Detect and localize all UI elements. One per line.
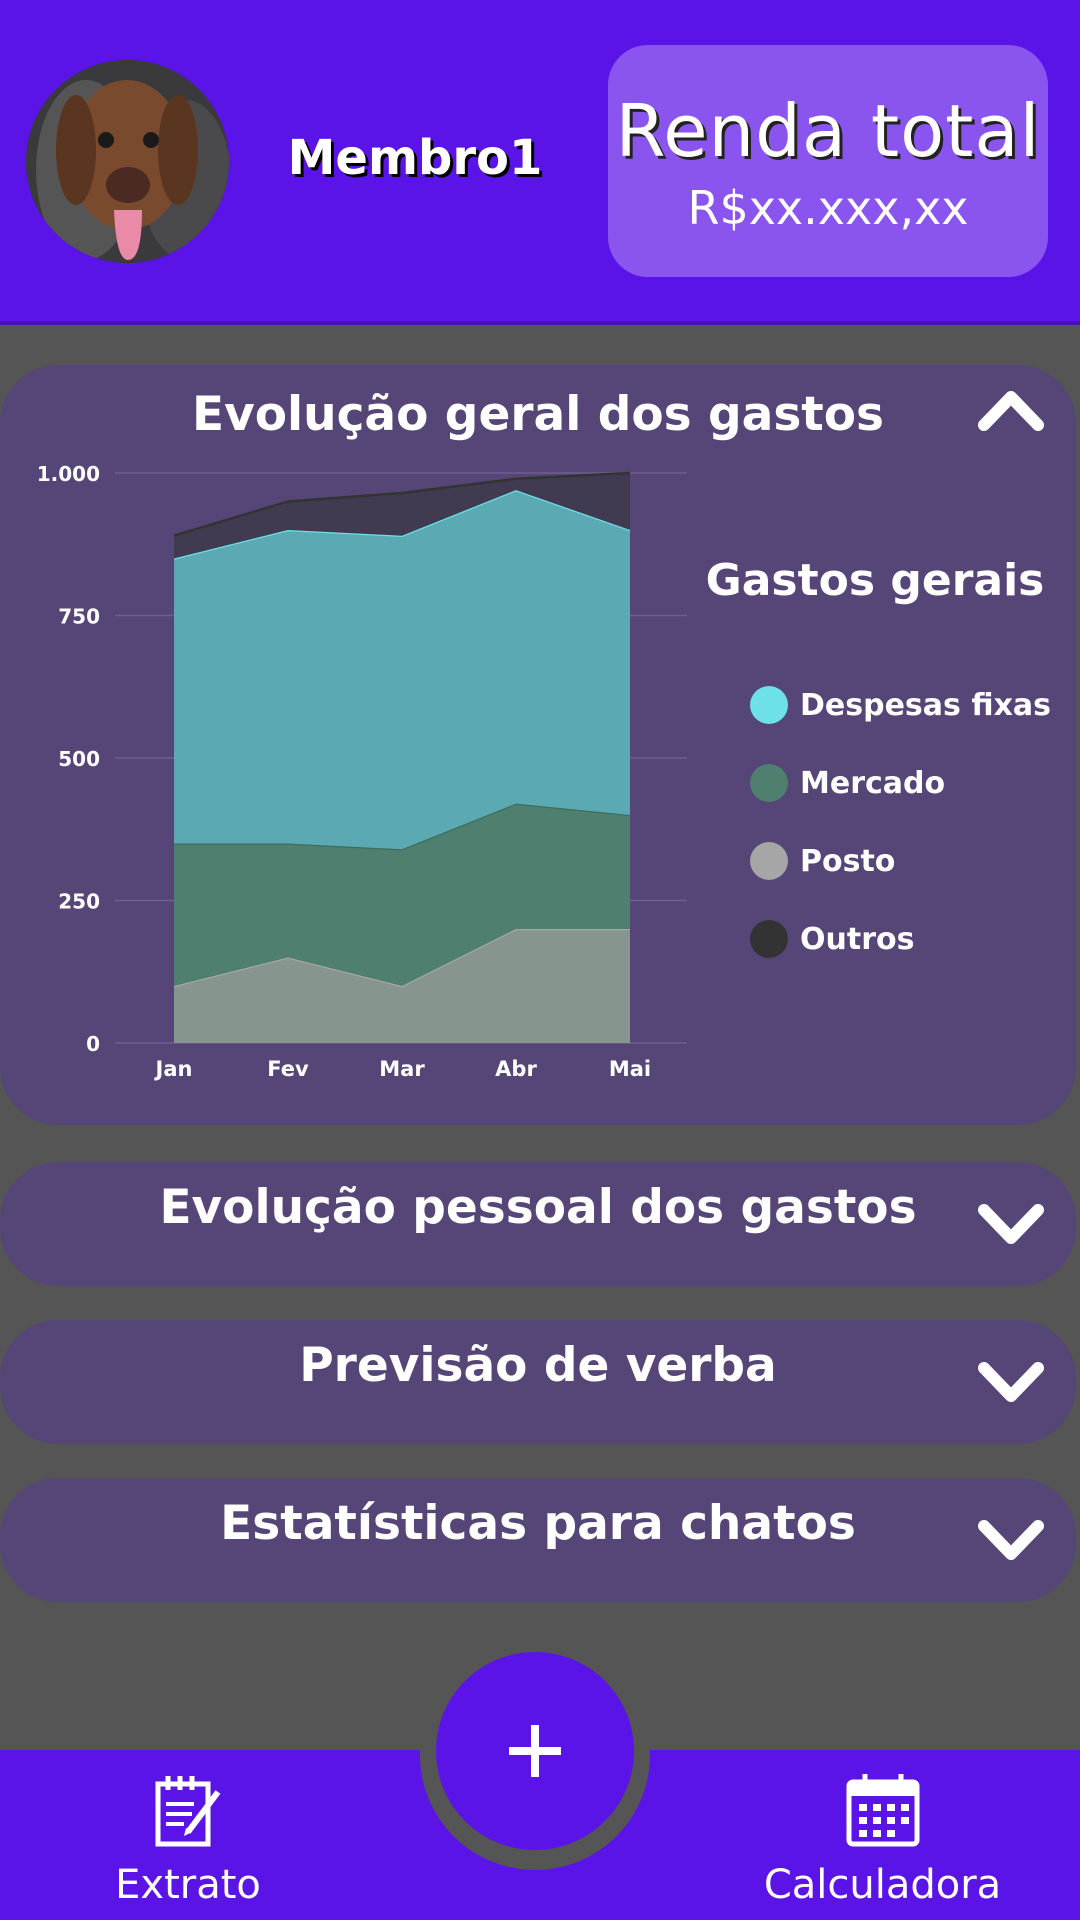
calendar-icon xyxy=(846,1774,919,1847)
nav-calculadora[interactable]: Calculadora xyxy=(760,1770,1005,1908)
dog-photo xyxy=(26,60,229,263)
area-despesas-fixas xyxy=(174,490,630,850)
avatar[interactable] xyxy=(26,60,229,263)
section-title[interactable]: Evolução pessoal dos gastos xyxy=(0,1180,1076,1235)
area-chart: 0 250 500 750 1.000 Jan Fev Mar Abr Mai xyxy=(37,462,687,1081)
chevron-down-icon[interactable] xyxy=(976,1202,1046,1248)
legend-item-posto: Posto xyxy=(750,841,895,881)
section-title[interactable]: Estatísticas para chatos xyxy=(0,1496,1076,1551)
chevron-up-icon[interactable] xyxy=(976,387,1046,433)
member-name: Membro1 xyxy=(287,130,543,186)
legend-dot xyxy=(750,842,788,880)
legend-label: Outros xyxy=(800,921,915,957)
legend-item-mercado: Mercado xyxy=(750,763,945,803)
legend-dot xyxy=(750,686,788,724)
section-general-expenses: Evolução geral dos gastos 0 250 500 750 1.00… xyxy=(0,365,1076,1125)
section-title[interactable]: Previsão de verba xyxy=(0,1338,1076,1393)
legend-item-despesas-fixas: Despesas fixas xyxy=(750,685,1051,725)
income-value: R$xx.xxx,xx xyxy=(687,181,969,235)
header: Membro1 Renda total R$xx.xxx,xx xyxy=(0,0,1080,325)
section-personal-expenses[interactable]: Evolução pessoal dos gastos xyxy=(0,1162,1076,1286)
y-tick-label: 1.000 xyxy=(37,462,100,486)
income-card: Renda total R$xx.xxx,xx xyxy=(608,45,1048,277)
nav-extrato[interactable]: Extrato xyxy=(108,1770,268,1908)
legend-title: Gastos gerais xyxy=(705,555,1045,606)
x-tick-label: Jan xyxy=(154,1057,193,1081)
y-tick-label: 0 xyxy=(86,1032,100,1056)
section-budget-forecast[interactable]: Previsão de verba xyxy=(0,1320,1076,1444)
legend-item-outros: Outros xyxy=(750,919,914,959)
add-button[interactable] xyxy=(436,1652,634,1850)
legend-label: Mercado xyxy=(800,765,946,801)
legend-label: Posto xyxy=(800,843,896,879)
x-tick-label: Mar xyxy=(379,1057,425,1081)
section-statistics[interactable]: Estatísticas para chatos xyxy=(0,1478,1076,1602)
legend-dot xyxy=(750,920,788,958)
y-tick-label: 250 xyxy=(58,890,100,914)
income-title: Renda total xyxy=(615,89,1041,173)
nav-extrato-label: Extrato xyxy=(115,1862,261,1908)
y-tick-label: 750 xyxy=(58,605,100,629)
chevron-down-icon[interactable] xyxy=(976,1518,1046,1564)
y-tick-label: 500 xyxy=(58,747,100,771)
nav-calculadora-label: Calculadora xyxy=(763,1862,1002,1908)
x-tick-label: Mai xyxy=(609,1057,651,1081)
legend-label: Despesas fixas xyxy=(800,687,1052,723)
notepad-pencil-icon xyxy=(155,1776,221,1847)
chevron-down-icon[interactable] xyxy=(976,1360,1046,1406)
x-tick-label: Fev xyxy=(267,1057,309,1081)
legend-dot xyxy=(750,764,788,802)
plus-icon xyxy=(509,1725,561,1777)
x-tick-label: Abr xyxy=(495,1057,537,1081)
